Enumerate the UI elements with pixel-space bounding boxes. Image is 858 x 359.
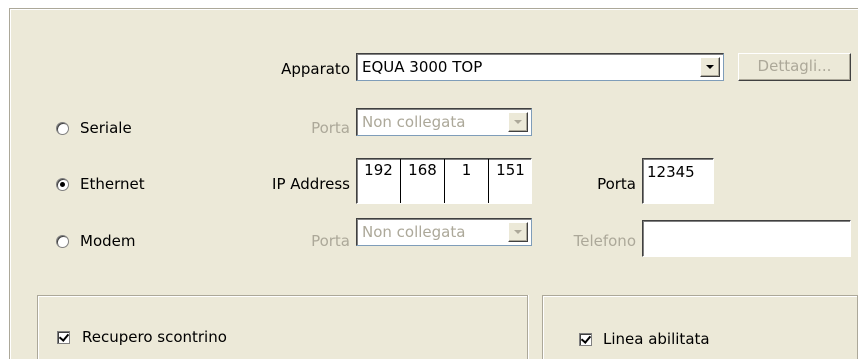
ip-address-input[interactable]: 192 168 1 151 [356, 158, 532, 204]
line-group [542, 295, 858, 359]
ip-octet-3[interactable]: 1 [445, 159, 489, 203]
device-label: Apparato [281, 60, 350, 78]
serial-port-select[interactable]: Non collegata [356, 108, 532, 136]
details-button[interactable]: Dettagli... [738, 53, 851, 81]
stage: Apparato EQUA 3000 TOP Dettagli... Seria… [0, 0, 858, 359]
serial-port-label: Porta [311, 119, 350, 137]
modem-port-value: Non collegata [362, 223, 466, 241]
chevron-down-icon[interactable] [700, 57, 720, 77]
serial-label: Seriale [80, 119, 132, 137]
ip-octet-2[interactable]: 168 [401, 159, 445, 203]
serial-port-value: Non collegata [362, 113, 466, 131]
device-select-value: EQUA 3000 TOP [362, 58, 483, 76]
modem-radio[interactable] [56, 235, 69, 248]
modem-port-select[interactable]: Non collegata [356, 218, 532, 246]
ethernet-port-input[interactable]: 12345 [642, 158, 714, 204]
ip-octet-4[interactable]: 151 [489, 159, 532, 203]
ethernet-port-value: 12345 [647, 163, 695, 181]
serial-radio[interactable] [56, 122, 69, 135]
receipt-group [37, 295, 528, 359]
ethernet-port-label: Porta [597, 175, 636, 193]
line-enabled-checkbox[interactable] [579, 333, 592, 346]
ethernet-radio[interactable] [56, 178, 69, 191]
phone-label: Telefono [573, 232, 636, 250]
device-select[interactable]: EQUA 3000 TOP [356, 53, 724, 81]
phone-input[interactable] [642, 220, 851, 257]
ip-address-label: IP Address [272, 175, 350, 193]
ip-octet-1[interactable]: 192 [357, 159, 401, 203]
chevron-down-icon[interactable] [508, 112, 528, 132]
chevron-down-icon[interactable] [508, 222, 528, 242]
line-enabled-label: Linea abilitata [603, 330, 710, 348]
receipt-recovery-label: Recupero scontrino [82, 328, 227, 346]
modem-label: Modem [80, 232, 136, 250]
modem-port-label: Porta [311, 232, 350, 250]
ethernet-label: Ethernet [80, 175, 145, 193]
receipt-recovery-checkbox[interactable] [57, 331, 70, 344]
